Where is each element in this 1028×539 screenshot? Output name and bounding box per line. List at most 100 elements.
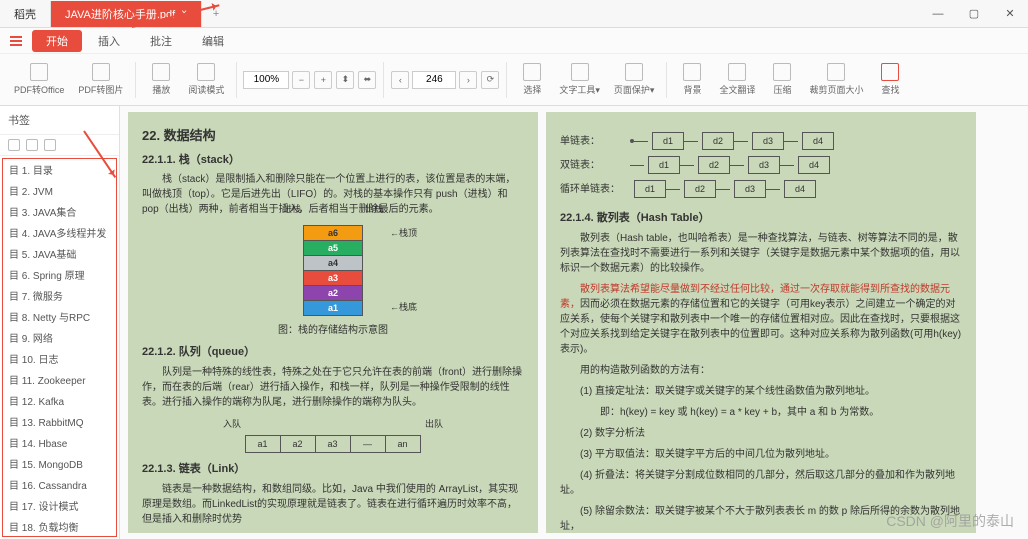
queue-cell: a1 xyxy=(245,435,281,453)
list-item: 即：h(key) = key 或 h(key) = a * key + b，其中… xyxy=(560,405,962,420)
separator xyxy=(236,62,237,98)
sidebar-item[interactable]: 目 12. Kafka xyxy=(3,390,116,411)
sidebar-item[interactable]: 目 16. Cassandra xyxy=(3,474,116,495)
compress-button[interactable]: 压缩 xyxy=(763,61,801,98)
sidebar-item[interactable]: 目 15. MongoDB xyxy=(3,453,116,474)
maximize-button[interactable]: ▢ xyxy=(956,0,992,28)
list-item: (4) 折叠法：将关键字分割成位数相同的几部分，然后取这几部分的叠加和作为散列地… xyxy=(560,468,962,498)
sidebar-item[interactable]: 目 9. 网络 xyxy=(3,327,116,348)
window-tabs: 稻壳 JAVA进阶核心手册.pdf × + — ▢ ✕ xyxy=(0,0,1028,28)
separator xyxy=(383,62,384,98)
text-tool-button[interactable]: 文字工具▾ xyxy=(553,61,606,98)
sidebar-item[interactable]: 目 5. JAVA基础 xyxy=(3,243,116,264)
read-mode-button[interactable]: 阅读模式 xyxy=(182,61,230,98)
close-icon[interactable]: × xyxy=(181,8,187,19)
separator xyxy=(135,62,136,98)
queue-figure: 入队 出队 a1a2a3—an xyxy=(203,418,463,454)
document-viewport[interactable]: 22. 数据结构 22.1.1. 栈（stack） 栈（stack）是限制插入和… xyxy=(120,106,1028,539)
fit-width-button[interactable]: ⬍ xyxy=(336,71,354,89)
outline-icon[interactable] xyxy=(26,139,38,151)
separator xyxy=(506,62,507,98)
fit-page-button[interactable]: ⬌ xyxy=(358,71,376,89)
tab-label: JAVA进阶核心手册.pdf xyxy=(65,6,175,22)
convert-icon xyxy=(30,63,48,81)
close-button[interactable]: ✕ xyxy=(992,0,1028,28)
crop-button[interactable]: 裁剪页面大小 xyxy=(803,61,869,98)
select-button[interactable]: 选择 xyxy=(513,61,551,98)
page-left: 22. 数据结构 22.1.1. 栈（stack） 栈（stack）是限制插入和… xyxy=(128,112,538,533)
search-icon xyxy=(881,63,899,81)
new-tab-button[interactable]: + xyxy=(202,8,230,20)
sidebar-item[interactable]: 目 17. 设计模式 xyxy=(3,495,116,516)
bookmark-icon[interactable] xyxy=(8,139,20,151)
crop-icon xyxy=(827,63,845,81)
paragraph: 栈（stack）是限制插入和删除只能在一个位置上进行的表，该位置是表的末端，叫做… xyxy=(142,172,524,217)
play-button[interactable]: 播放 xyxy=(142,61,180,98)
minimize-button[interactable]: — xyxy=(920,0,956,28)
paragraph: 用的构造散列函数的方法有： xyxy=(560,363,962,378)
pdf-to-office-button[interactable]: PDF转Office xyxy=(8,61,70,98)
ribbon-tab-edit[interactable]: 编辑 xyxy=(188,30,238,52)
pdf-to-image-button[interactable]: PDF转图片 xyxy=(72,61,129,98)
list-item: (2) 数字分析法 xyxy=(560,426,962,441)
page-input[interactable] xyxy=(412,71,456,89)
protect-button[interactable]: 页面保护▾ xyxy=(608,61,661,98)
list-item: (3) 平方取值法：取关键字平方后的中间几位为散列地址。 xyxy=(560,447,962,462)
queue-cell: — xyxy=(350,435,386,453)
queue-cell: an xyxy=(385,435,421,453)
list-item: (1) 直接定址法：取关键字或关键字的某个线性函数值为散列地址。 xyxy=(560,384,962,399)
bookmark-sidebar: 书签 目 1. 目录目 2. JVM目 3. JAVA集合目 4. JAVA多线… xyxy=(0,106,120,539)
sidebar-toolbar xyxy=(0,135,119,156)
sidebar-item[interactable]: 目 2. JVM xyxy=(3,180,116,201)
sidebar-item[interactable]: 目 7. 微服务 xyxy=(3,285,116,306)
sidebar-item[interactable]: 目 11. Zookeeper xyxy=(3,369,116,390)
stack-figure: 进栈 出栈 a6 a5 a4 a3 a2 a1 ←栈顶 ←栈底 xyxy=(273,225,393,316)
zoom-in-button[interactable]: + xyxy=(314,71,332,89)
heading-2: 22.1.3. 链表（Link） xyxy=(142,461,524,478)
heading-2: 22.1.1. 栈（stack） xyxy=(142,152,524,169)
book-icon xyxy=(197,63,215,81)
sidebar-item[interactable]: 目 3. JAVA集合 xyxy=(3,201,116,222)
hamburger-icon xyxy=(10,40,22,42)
translate-button[interactable]: 全文翻译 xyxy=(713,61,761,98)
heading-1: 22. 数据结构 xyxy=(142,126,524,146)
tab-home[interactable]: 稻壳 xyxy=(0,1,51,27)
queue-cell: a2 xyxy=(280,435,316,453)
shield-icon xyxy=(625,63,643,81)
play-icon xyxy=(152,63,170,81)
watermark: CSDN @阿里的泰山 xyxy=(886,511,1014,531)
sidebar-item[interactable]: 目 14. Hbase xyxy=(3,432,116,453)
sidebar-item[interactable]: 目 4. JAVA多线程并发 xyxy=(3,222,116,243)
sidebar-item[interactable]: 目 8. Netty 与RPC xyxy=(3,306,116,327)
search-icon[interactable] xyxy=(44,139,56,151)
bg-icon xyxy=(683,63,701,81)
sidebar-item[interactable]: 目 10. 日志 xyxy=(3,348,116,369)
separator xyxy=(666,62,667,98)
sidebar-item[interactable]: 目 1. 目录 xyxy=(3,159,116,180)
text-icon xyxy=(571,63,589,81)
sidebar-item[interactable]: 目 18. 负载均衡 xyxy=(3,516,116,537)
ribbon-tab-comment[interactable]: 批注 xyxy=(136,30,186,52)
tab-active-file[interactable]: JAVA进阶核心手册.pdf × xyxy=(51,1,202,27)
menu-button[interactable] xyxy=(6,31,26,51)
sidebar-item[interactable]: 目 13. RabbitMQ xyxy=(3,411,116,432)
page-right: 单链表： d1 d2 d3 d4 双链表： d1 d2 d3 d4 循环单链表： xyxy=(546,112,976,533)
paragraph: 散列表（Hash table，也叫哈希表）是一种查找算法，与链表、树等算法不同的… xyxy=(560,231,962,276)
prev-page-button[interactable]: ‹ xyxy=(391,71,409,89)
heading-2: 22.1.4. 散列表（Hash Table） xyxy=(560,210,962,227)
figure-caption: 图：栈的存储结构示意图 xyxy=(142,323,524,338)
zoom-input[interactable] xyxy=(243,71,289,89)
background-button[interactable]: 背景 xyxy=(673,61,711,98)
sidebar-title: 书签 xyxy=(0,106,119,135)
ribbon-tab-insert[interactable]: 插入 xyxy=(84,30,134,52)
next-page-button[interactable]: › xyxy=(459,71,477,89)
bookmark-list[interactable]: 目 1. 目录目 2. JVM目 3. JAVA集合目 4. JAVA多线程并发… xyxy=(2,158,117,537)
single-linked-list: 单链表： d1 d2 d3 d4 xyxy=(560,132,962,150)
rotate-button[interactable]: ⟳ xyxy=(481,71,499,89)
zoom-out-button[interactable]: − xyxy=(292,71,310,89)
tab-label: 稻壳 xyxy=(14,6,36,22)
sidebar-item[interactable]: 目 6. Spring 原理 xyxy=(3,264,116,285)
compress-icon xyxy=(773,63,791,81)
ribbon-tab-start[interactable]: 开始 xyxy=(32,30,82,52)
find-button[interactable]: 查找 xyxy=(871,61,909,98)
